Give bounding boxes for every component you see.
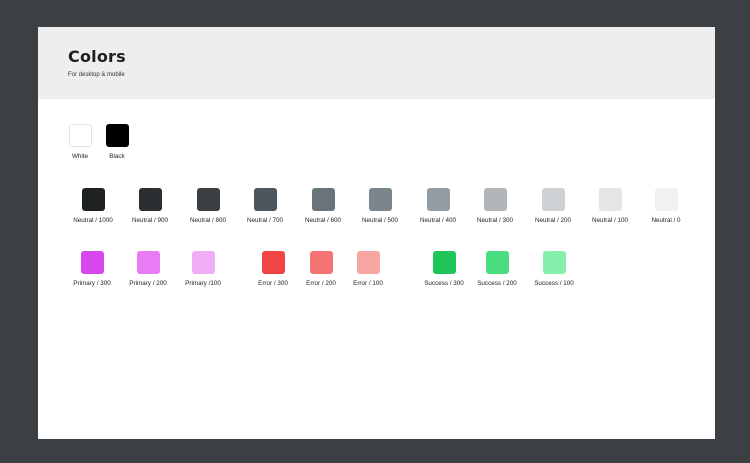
swatch-label: Neutral / 300 <box>476 217 514 224</box>
swatch-neutral-4: Neutral / 600 <box>293 188 353 224</box>
color-chip <box>654 188 678 211</box>
color-chip <box>309 251 333 274</box>
page-subtitle: For desktop & mobile <box>68 72 125 78</box>
swatch-label: Neutral / 800 <box>189 217 227 224</box>
swatch-label: Neutral / 900 <box>131 217 169 224</box>
swatch-accents-8: Success / 100 <box>524 251 584 287</box>
color-chip <box>191 251 215 274</box>
color-chip <box>196 188 220 211</box>
color-chip <box>483 188 507 211</box>
page-header: Colors For desktop & mobile <box>38 27 715 99</box>
swatch-neutral-10: Neutral / 0 <box>636 188 696 224</box>
swatch-label: Neutral / 600 <box>304 217 342 224</box>
swatch-neutral-0: Neutral / 1000 <box>63 188 123 224</box>
swatch-neutral-3: Neutral / 700 <box>235 188 295 224</box>
color-chip <box>311 188 335 211</box>
color-chip <box>598 188 622 211</box>
swatch-label: Success / 200 <box>477 280 517 287</box>
swatch-label: Success / 300 <box>424 280 464 287</box>
color-chip <box>81 188 105 211</box>
color-chip <box>356 251 380 274</box>
swatch-label: Neutral / 1000 <box>73 217 113 224</box>
swatch-accents-5: Error / 100 <box>338 251 398 287</box>
swatch-neutral-2: Neutral / 800 <box>178 188 238 224</box>
swatch-neutral-6: Neutral / 400 <box>408 188 468 224</box>
color-chip <box>426 188 450 211</box>
swatch-neutral-8: Neutral / 200 <box>523 188 583 224</box>
swatch-label: Primary / 300 <box>73 280 111 287</box>
swatch-base-1: Black <box>87 124 147 160</box>
color-chip <box>541 188 565 211</box>
color-chip <box>136 251 160 274</box>
color-chip <box>261 251 285 274</box>
swatch-label: Primary /100 <box>185 280 221 287</box>
color-chip <box>542 251 566 274</box>
swatch-label: Error / 100 <box>353 280 383 287</box>
swatch-label: Neutral / 500 <box>361 217 399 224</box>
swatch-neutral-9: Neutral / 100 <box>580 188 640 224</box>
swatch-accents-6: Success / 300 <box>414 251 474 287</box>
colors-frame: Colors For desktop & mobile White Black Ne… <box>38 27 715 439</box>
swatch-label: Neutral / 200 <box>534 217 572 224</box>
page-title: Colors <box>68 47 126 66</box>
color-chip <box>485 251 509 274</box>
swatch-label: Neutral / 400 <box>419 217 457 224</box>
swatch-label: Neutral / 700 <box>246 217 284 224</box>
swatch-label: Primary / 200 <box>129 280 167 287</box>
swatch-accents-7: Success / 200 <box>467 251 527 287</box>
color-chip <box>253 188 277 211</box>
swatch-label: Neutral / 0 <box>651 217 681 224</box>
swatch-label: Neutral / 100 <box>591 217 629 224</box>
color-chip <box>432 251 456 274</box>
color-chip <box>80 251 104 274</box>
color-chip <box>138 188 162 211</box>
swatch-neutral-5: Neutral / 500 <box>350 188 410 224</box>
color-chip <box>105 124 129 147</box>
swatch-label: Success / 100 <box>534 280 574 287</box>
swatch-neutral-1: Neutral / 900 <box>120 188 180 224</box>
swatch-accents-1: Primary / 200 <box>118 251 178 287</box>
swatch-accents-0: Primary / 300 <box>62 251 122 287</box>
swatch-neutral-7: Neutral / 300 <box>465 188 525 224</box>
swatch-accents-2: Primary /100 <box>173 251 233 287</box>
swatch-label: Black <box>109 153 125 160</box>
color-chip <box>368 188 392 211</box>
